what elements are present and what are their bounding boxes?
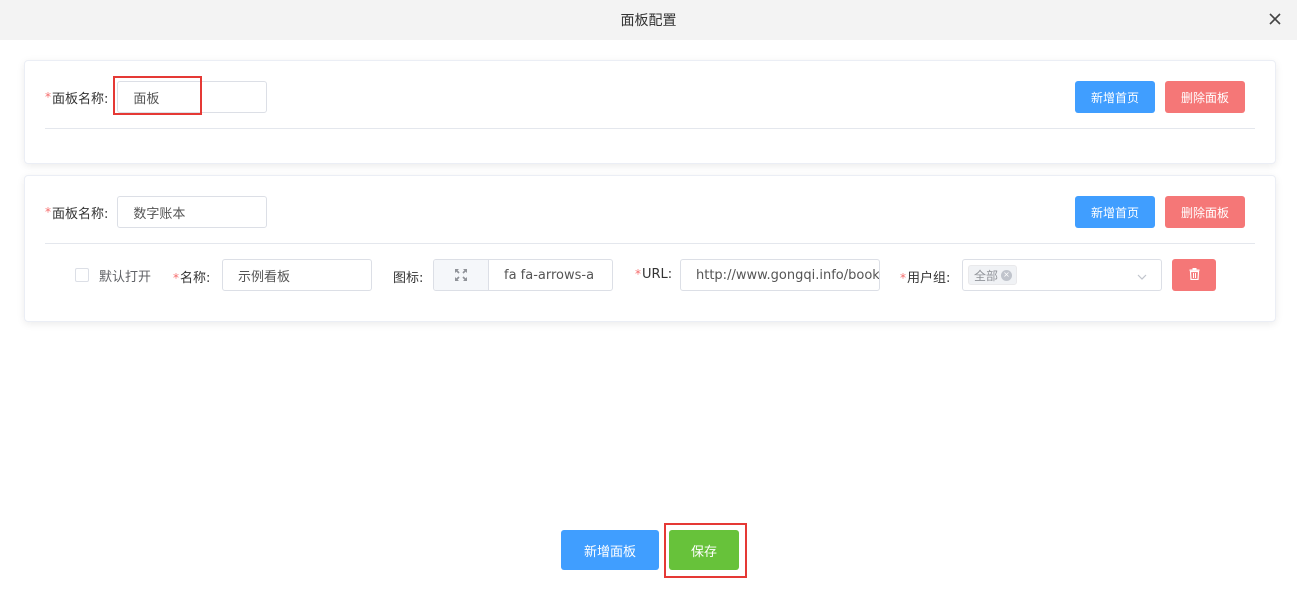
default-open-label: 默认打开 [99,270,152,285]
panel-card-1: * 面板名称: 面板 新增首页 删除面板 [24,60,1276,164]
dialog-title: 面板配置 [620,13,677,29]
arrows-alt-icon[interactable] [434,260,489,290]
user-group-tag: 全部 × [968,265,1018,285]
user-group-select[interactable]: 全部 × [962,259,1162,291]
delete-panel-button[interactable]: 删除面板 [1165,81,1245,113]
tag-close-icon[interactable]: × [1001,269,1013,281]
icon-class-input[interactable]: fa fa-arrows-a [489,260,612,290]
required-mark: * [45,205,51,219]
panel-name-input[interactable]: 数字账本 [117,196,268,228]
icon-label: 图标: [393,271,424,286]
url-input[interactable]: http://www.gongqi.info/book/C [680,259,880,291]
panel-card-2: * 面板名称: 数字账本 新增首页 删除面板 默认打开 *名称: 示例看板 图标… [24,175,1276,322]
chevron-down-icon[interactable] [1137,271,1147,281]
user-group-label: *用户组: [900,271,951,286]
dialog-header: 面板配置 [0,0,1297,40]
save-button[interactable]: 保存 [669,530,739,570]
panel-name-label: 面板名称: [52,91,109,107]
item-name-label: *名称: [173,271,211,286]
panel-name-row: * 面板名称: 面板 [45,81,268,113]
panel-name-input[interactable]: 面板 [117,81,268,113]
close-icon[interactable] [1267,11,1283,27]
panel-name-row: * 面板名称: 数字账本 [45,196,268,228]
delete-panel-button[interactable]: 删除面板 [1165,196,1245,228]
icon-input-group[interactable]: fa fa-arrows-a [433,259,613,291]
required-mark: * [45,90,51,104]
user-group-tag-label: 全部 [974,268,999,283]
divider [45,128,1255,129]
delete-item-button[interactable] [1172,259,1216,291]
add-home-button[interactable]: 新增首页 [1075,196,1155,228]
divider [45,243,1255,244]
add-panel-button[interactable]: 新增面板 [561,530,659,570]
url-label: *URL: [635,267,673,282]
home-item-row: 默认打开 *名称: 示例看板 图标: fa fa-arrows-a *URL: … [75,259,1225,291]
panel-name-label: 面板名称: [52,206,109,222]
default-open-checkbox[interactable] [75,268,89,282]
panel-config-dialog: 面板配置 * 面板名称: 面板 新增首页 删除面板 * 面板名称: 数字账本 新… [0,0,1297,595]
trash-icon [1189,267,1200,283]
item-name-input[interactable]: 示例看板 [222,259,372,291]
add-home-button[interactable]: 新增首页 [1075,81,1155,113]
